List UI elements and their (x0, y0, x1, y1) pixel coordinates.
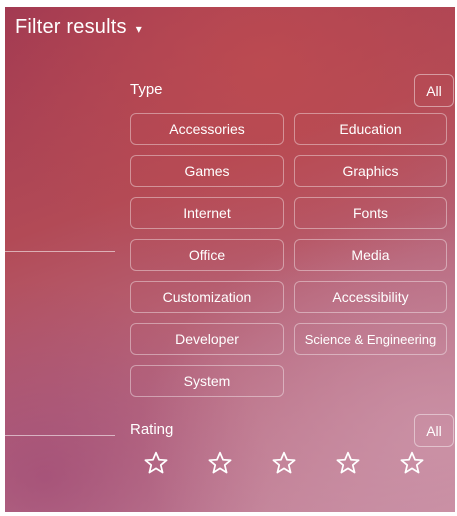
star-outline-icon (272, 451, 296, 474)
type-media-button[interactable]: Media (294, 239, 447, 271)
type-office-button[interactable]: Office (130, 239, 284, 271)
star-outline-icon (208, 451, 232, 474)
star-outline-icon (336, 451, 360, 474)
type-accessibility-button[interactable]: Accessibility (294, 281, 447, 313)
type-graphics-button[interactable]: Graphics (294, 155, 447, 187)
rating-stars (138, 448, 430, 478)
type-label: Type (130, 81, 163, 98)
type-divider (5, 251, 115, 252)
type-customization-button[interactable]: Customization (130, 281, 284, 313)
star-1-button[interactable] (138, 448, 174, 478)
chevron-down-icon: ▾ (135, 22, 142, 36)
type-developer-button[interactable]: Developer (130, 323, 284, 355)
type-all-button[interactable]: All (414, 74, 454, 107)
rating-all-button[interactable]: All (414, 414, 454, 447)
filter-results-title: Filter results (15, 16, 127, 38)
type-science-engineering-button[interactable]: Science & Engineering (294, 323, 447, 355)
type-filter-grid: Accessories Education Games Graphics Int… (130, 113, 447, 397)
star-5-button[interactable] (394, 448, 430, 478)
star-3-button[interactable] (266, 448, 302, 478)
type-education-button[interactable]: Education (294, 113, 447, 145)
star-outline-icon (400, 451, 424, 474)
type-fonts-button[interactable]: Fonts (294, 197, 447, 229)
type-games-button[interactable]: Games (130, 155, 284, 187)
type-internet-button[interactable]: Internet (130, 197, 284, 229)
star-4-button[interactable] (330, 448, 366, 478)
star-2-button[interactable] (202, 448, 238, 478)
type-system-button[interactable]: System (130, 365, 284, 397)
filter-results-toggle[interactable]: Filter results ▾ (15, 16, 142, 39)
type-accessories-button[interactable]: Accessories (130, 113, 284, 145)
rating-label: Rating (130, 421, 174, 438)
filter-panel: Filter results ▾ Type All Accessories Ed… (5, 7, 455, 512)
star-outline-icon (144, 451, 168, 474)
rating-divider (5, 435, 115, 436)
